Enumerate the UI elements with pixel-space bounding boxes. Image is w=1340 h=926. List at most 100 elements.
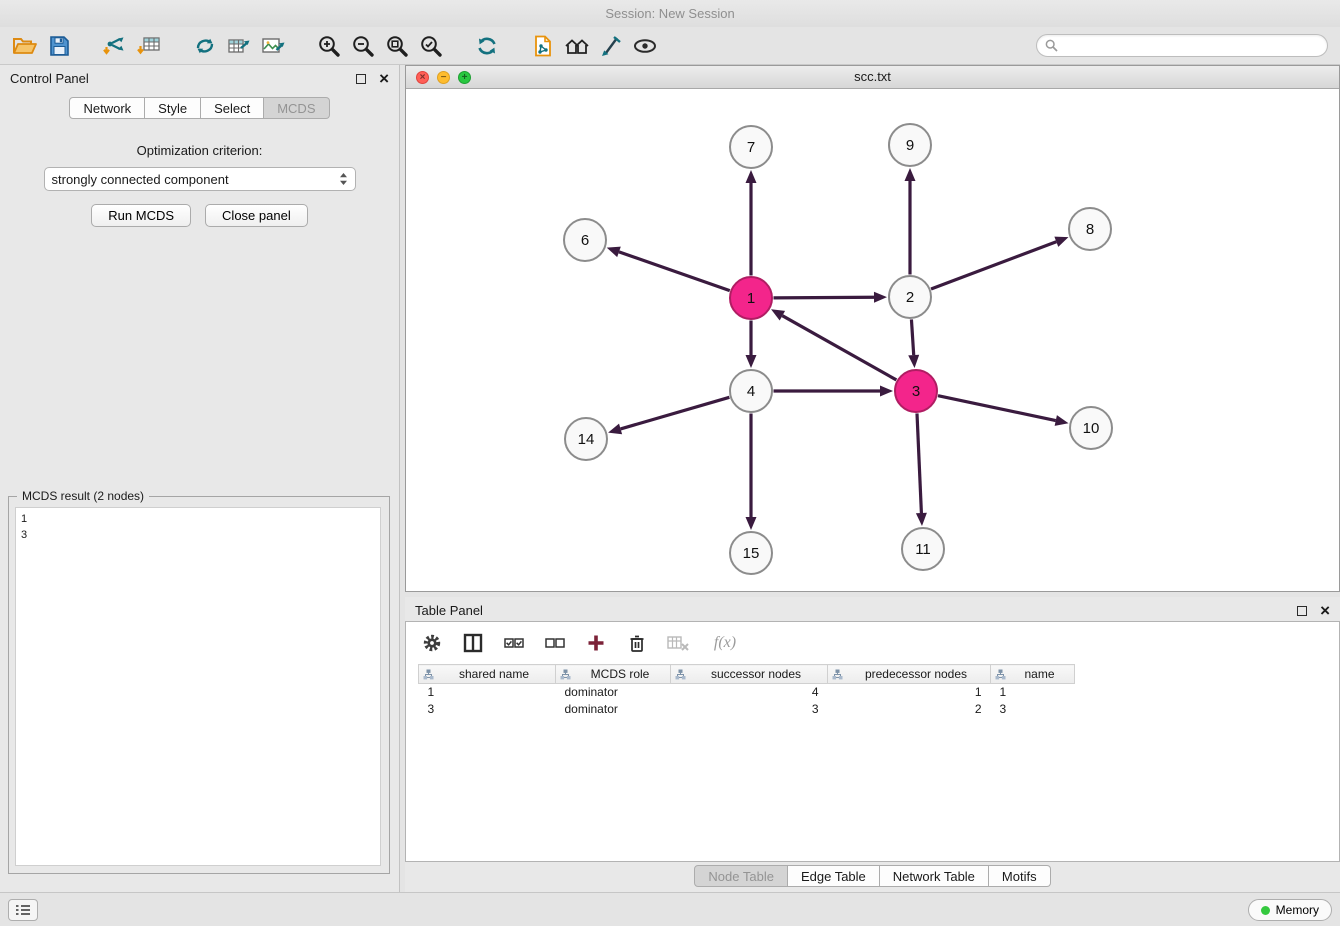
- tab-network-table[interactable]: Network Table: [880, 865, 989, 887]
- graph-node-8[interactable]: 8: [1069, 208, 1111, 250]
- mcds-result-list[interactable]: 13: [15, 507, 381, 866]
- table-cell[interactable]: dominator: [556, 701, 671, 718]
- new-network-button[interactable]: [188, 30, 222, 62]
- function-builder-button[interactable]: f(x): [707, 631, 743, 655]
- graph-node-9[interactable]: 9: [889, 124, 931, 166]
- network-from-document-button[interactable]: [526, 30, 560, 62]
- tab-network[interactable]: Network: [69, 97, 145, 119]
- select-all-button[interactable]: [502, 631, 526, 655]
- zoom-fit-button[interactable]: [380, 30, 414, 62]
- memory-button[interactable]: Memory: [1248, 899, 1332, 921]
- zoom-out-button[interactable]: [346, 30, 380, 62]
- criterion-select[interactable]: strongly connected component: [44, 167, 356, 191]
- status-menu-button[interactable]: [8, 899, 38, 921]
- mcds-result-item[interactable]: 1: [21, 511, 375, 527]
- graph-node-11[interactable]: 11: [902, 528, 944, 570]
- graph-edge-2-8[interactable]: [931, 237, 1068, 289]
- float-table-panel-icon[interactable]: [1297, 606, 1307, 616]
- close-panel-icon[interactable]: ×: [379, 74, 389, 84]
- table-cell[interactable]: dominator: [556, 684, 671, 701]
- column-header-successor-nodes[interactable]: successor nodes: [671, 665, 828, 684]
- save-session-button[interactable]: [42, 30, 76, 62]
- tab-style[interactable]: Style: [145, 97, 201, 119]
- graph-node-1[interactable]: 1: [730, 277, 772, 319]
- svg-text:10: 10: [1083, 420, 1100, 437]
- zoom-in-button[interactable]: [312, 30, 346, 62]
- graph-node-15[interactable]: 15: [730, 532, 772, 574]
- table-cell[interactable]: 3: [671, 701, 828, 718]
- tab-edge-table[interactable]: Edge Table: [788, 865, 880, 887]
- close-table-panel-icon[interactable]: ×: [1320, 606, 1330, 616]
- graph-node-6[interactable]: 6: [564, 219, 606, 261]
- mcds-result-item[interactable]: 3: [21, 527, 375, 543]
- graph-node-14[interactable]: 14: [565, 418, 607, 460]
- column-header-name[interactable]: name: [991, 665, 1075, 684]
- table-cell[interactable]: 1: [991, 684, 1075, 701]
- tab-node-table[interactable]: Node Table: [694, 865, 788, 887]
- table-cell[interactable]: 2: [828, 701, 991, 718]
- home-views-button[interactable]: [560, 30, 594, 62]
- graph-edge-4-15[interactable]: [746, 414, 757, 531]
- refresh-button[interactable]: [470, 30, 504, 62]
- float-panel-icon[interactable]: [356, 74, 366, 84]
- search-input[interactable]: [1063, 38, 1319, 54]
- column-type-icon: [423, 669, 434, 680]
- show-hide-button[interactable]: [628, 30, 662, 62]
- delete-column-button[interactable]: [625, 631, 649, 655]
- graph-edge-1-2[interactable]: [773, 292, 887, 303]
- run-mcds-button[interactable]: Run MCDS: [91, 204, 191, 227]
- graph-node-10[interactable]: 10: [1070, 407, 1112, 449]
- svg-text:7: 7: [747, 139, 755, 156]
- tab-select[interactable]: Select: [201, 97, 264, 119]
- column-header-predecessor-nodes[interactable]: predecessor nodes: [828, 665, 991, 684]
- network-canvas[interactable]: 7 9 6 8 1 2 4 3 14 10 15 11: [406, 89, 1339, 591]
- import-network-from-file-button[interactable]: [98, 30, 132, 62]
- minimize-window-icon[interactable]: −: [437, 71, 450, 84]
- table-panel-title: Table Panel: [415, 603, 483, 618]
- graph-edge-4-14[interactable]: [608, 397, 729, 434]
- apply-style-button[interactable]: [594, 30, 628, 62]
- graph-edge-1-6[interactable]: [607, 247, 730, 291]
- open-session-button[interactable]: [8, 30, 42, 62]
- graph-edge-2-3[interactable]: [908, 319, 919, 368]
- graph-node-4[interactable]: 4: [730, 370, 772, 412]
- column-header-shared-name[interactable]: shared name: [419, 665, 556, 684]
- tab-motifs[interactable]: Motifs: [989, 865, 1051, 887]
- graph-edge-1-7[interactable]: [746, 170, 757, 276]
- svg-text:9: 9: [906, 137, 914, 154]
- close-window-icon[interactable]: ×: [416, 71, 429, 84]
- graph-edge-3-11[interactable]: [916, 413, 927, 526]
- table-cell[interactable]: 3: [991, 701, 1075, 718]
- import-table-from-file-button[interactable]: [132, 30, 166, 62]
- graph-edge-3-1[interactable]: [771, 309, 896, 380]
- create-column-button[interactable]: [584, 631, 608, 655]
- export-image-button[interactable]: [256, 30, 290, 62]
- graph-edge-4-3[interactable]: [774, 386, 894, 397]
- graph-node-7[interactable]: 7: [730, 126, 772, 168]
- table-cell[interactable]: 1: [828, 684, 991, 701]
- table-cell[interactable]: 4: [671, 684, 828, 701]
- tab-mcds[interactable]: MCDS: [264, 97, 329, 119]
- deselect-all-button[interactable]: [543, 631, 567, 655]
- graph-edge-3-10[interactable]: [938, 396, 1068, 426]
- close-panel-button[interactable]: Close panel: [205, 204, 308, 227]
- column-header-mcds-role[interactable]: MCDS role: [556, 665, 671, 684]
- network-table-export-button[interactable]: [222, 30, 256, 62]
- graph-node-2[interactable]: 2: [889, 276, 931, 318]
- svg-text:2: 2: [906, 289, 914, 306]
- graph-edge-2-9[interactable]: [905, 168, 916, 275]
- table-cell[interactable]: 3: [419, 701, 556, 718]
- select-stepper-icon: [339, 172, 348, 186]
- network-window-titlebar: × − + scc.txt: [406, 66, 1339, 89]
- zoom-selected-button[interactable]: [414, 30, 448, 62]
- delete-table-button[interactable]: [666, 631, 690, 655]
- image-arrow-icon: [260, 34, 286, 58]
- graph-node-3[interactable]: 3: [895, 370, 937, 412]
- graph-edge-1-4[interactable]: [746, 321, 757, 369]
- table-settings-button[interactable]: [420, 631, 444, 655]
- show-columns-button[interactable]: [461, 631, 485, 655]
- maximize-window-icon[interactable]: +: [458, 71, 471, 84]
- control-panel: Control Panel × NetworkStyleSelectMCDS O…: [0, 65, 400, 892]
- svg-text:15: 15: [743, 545, 760, 562]
- table-cell[interactable]: 1: [419, 684, 556, 701]
